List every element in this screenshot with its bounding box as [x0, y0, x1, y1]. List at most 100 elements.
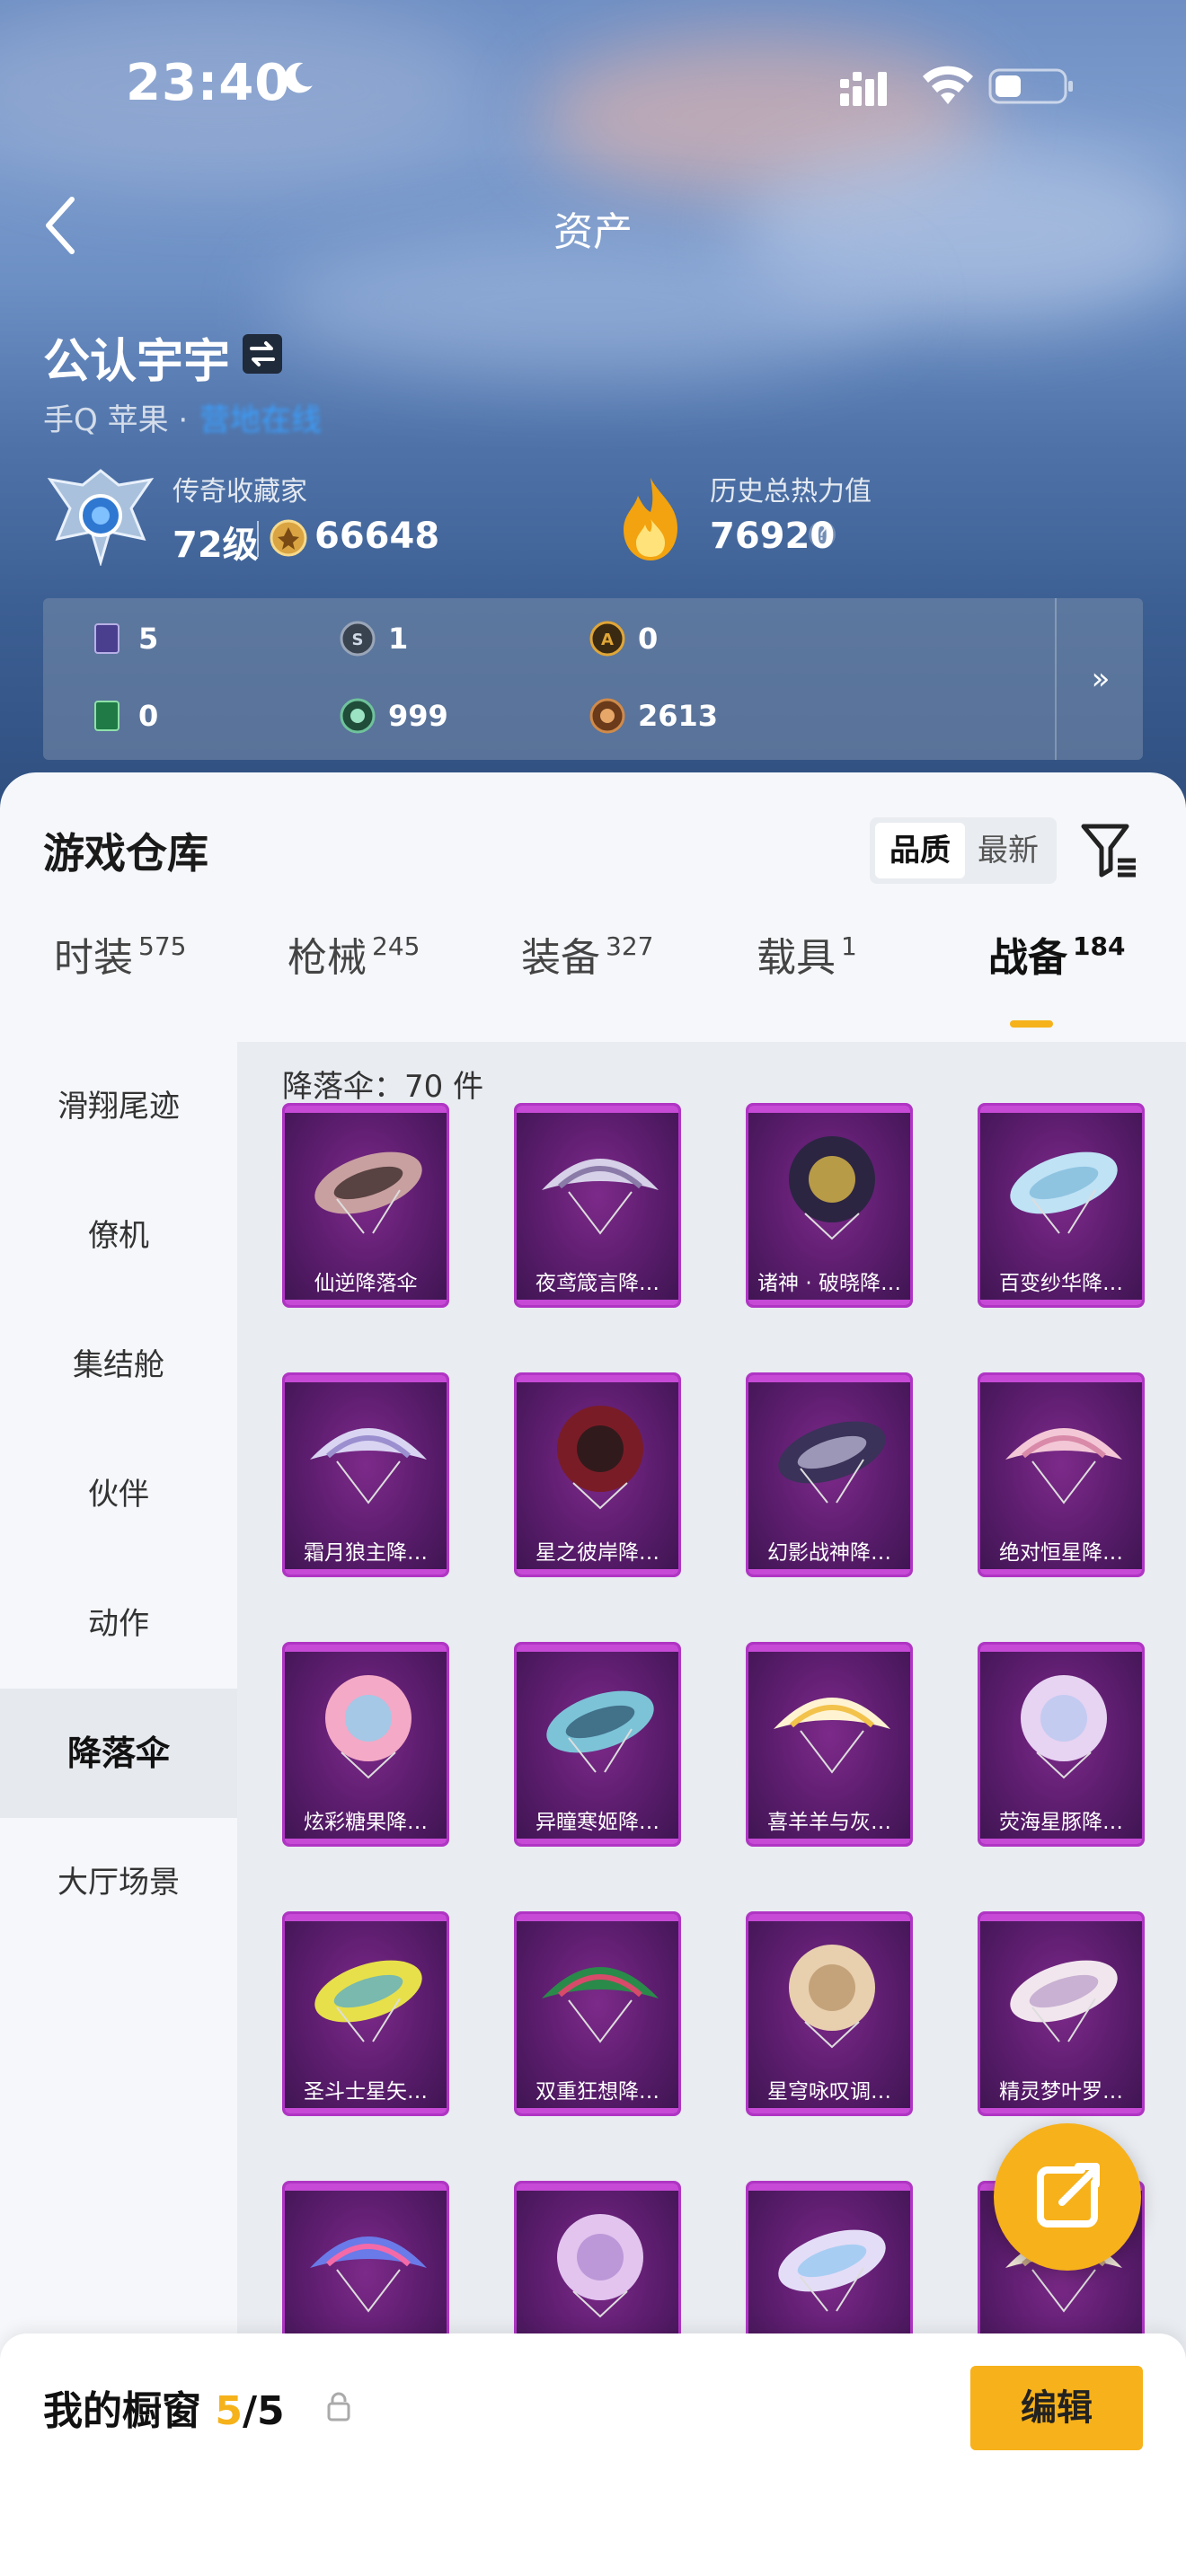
sidebar-item-glide-trail[interactable]: 滑翔尾迹: [0, 1042, 237, 1171]
item-name: 仙逆降落伞: [314, 1272, 418, 1295]
item-card[interactable]: 双重狂想降…: [514, 1911, 681, 2116]
share-button[interactable]: [994, 2123, 1141, 2271]
item-card[interactable]: 幻影战神降…: [746, 1372, 913, 1577]
item-card[interactable]: 荧海星豚降…: [978, 1642, 1145, 1847]
gem-icon: [340, 698, 376, 734]
item-name: 异瞳寒姬降…: [535, 1811, 659, 1834]
tab-count: 1: [841, 931, 857, 961]
item-card[interactable]: 异瞳寒姬降…: [514, 1642, 681, 1847]
tab-vehicles[interactable]: 载具 1: [757, 925, 857, 983]
fire-icon: [624, 478, 677, 560]
tab-count: 327: [606, 931, 654, 961]
sidebar-item-emote[interactable]: 动作: [0, 1559, 237, 1689]
item-name: 星之彼岸降…: [535, 1541, 659, 1565]
tab-label: 载具: [757, 935, 836, 981]
platform-text: 手Q 苹果 ·: [43, 402, 189, 438]
sidebar-item-partner[interactable]: 伙伴: [0, 1430, 237, 1559]
tab-label: 时装: [54, 935, 133, 981]
card-bottom-rail: [980, 1569, 1142, 1575]
card-top-rail: [517, 1914, 678, 1921]
currency-value: 1: [388, 622, 409, 656]
item-name: 喜羊羊与灰…: [767, 1811, 891, 1834]
item-card[interactable]: 百变纱华降…: [978, 1103, 1145, 1308]
item-card[interactable]: 炫彩糖果降…: [282, 1642, 449, 1847]
item-name: 圣斗士星矢…: [304, 2080, 428, 2104]
parachute-icon: [778, 1421, 886, 1504]
sort-quality-button[interactable]: 品质: [875, 823, 965, 878]
showcase-title: 我的橱窗 5/5: [43, 2378, 285, 2436]
card-top-rail: [285, 1914, 447, 1921]
item-card[interactable]: 星穹咏叹调…: [746, 1911, 913, 2116]
parachute-icon: [310, 2236, 427, 2313]
currency-item: 999: [340, 693, 448, 738]
filter-icon[interactable]: [1078, 819, 1141, 882]
card-top-rail: [285, 1645, 447, 1652]
card-bottom-rail: [748, 2108, 910, 2113]
item-name: 星穹咏叹调…: [767, 2080, 891, 2104]
parachute-icon: [1005, 1428, 1122, 1504]
parachute-icon: [314, 1960, 422, 2042]
card-bottom-rail: [748, 1569, 910, 1575]
status-time: 23:40: [126, 54, 291, 112]
item-card[interactable]: 夜鸢箴言降…: [514, 1103, 681, 1308]
warehouse-sheet: 游戏仓库 品质 最新 时装 575 枪械 245 装备 327 载具 1 战备 184 滑…: [0, 772, 1186, 2576]
card-bottom-rail: [517, 1839, 678, 1844]
currency-value: 2613: [638, 699, 719, 733]
switch-account-icon[interactable]: [241, 332, 284, 375]
item-card[interactable]: 圣斗士星矢…: [282, 1911, 449, 2116]
rank-level: 72级: [173, 525, 259, 566]
card-top-rail: [517, 2183, 678, 2191]
tab-count: 245: [372, 931, 420, 961]
parachute-icon: [789, 1945, 875, 2049]
active-tab-indicator: [1010, 1020, 1053, 1028]
item-card[interactable]: 喜羊羊与灰…: [746, 1642, 913, 1847]
tab-weapons[interactable]: 枪械 245: [288, 925, 420, 983]
tab-battle-gear[interactable]: 战备 184: [988, 925, 1125, 983]
card-bottom-rail: [285, 1300, 447, 1305]
tab-count: 184: [1073, 931, 1126, 961]
item-card[interactable]: 精灵梦叶罗…: [978, 1911, 1145, 2116]
item-card[interactable]: 霜月狼主降…: [282, 1372, 449, 1577]
tab-equipment[interactable]: 装备 327: [521, 925, 653, 983]
item-name: 百变纱华降…: [999, 1272, 1123, 1295]
edit-showcase-button[interactable]: 编辑: [970, 2366, 1143, 2450]
sidebar-item-parachute[interactable]: 降落伞: [0, 1689, 237, 1818]
item-card[interactable]: 仙逆降落伞: [282, 1103, 449, 1308]
parachute-icon: [546, 1690, 654, 1773]
item-name: 荧海星豚降…: [999, 1811, 1123, 1834]
card-icon: [94, 623, 119, 654]
parachute-icon: [778, 2229, 886, 2312]
item-name: 霜月狼主降…: [304, 1541, 428, 1565]
help-icon[interactable]: ?: [809, 521, 836, 548]
username: 公认宇宇: [43, 335, 231, 389]
sort-newest-button[interactable]: 最新: [963, 823, 1053, 878]
item-card[interactable]: 诸神 · 破晓降…: [746, 1103, 913, 1308]
bronze-coin-icon: [589, 698, 625, 734]
item-card[interactable]: 绝对恒星降…: [978, 1372, 1145, 1577]
sidebar-item-wingman[interactable]: 僚机: [0, 1171, 237, 1301]
divider: [257, 521, 259, 557]
currency-item: 0: [90, 693, 158, 738]
showcase-total: /5: [242, 2388, 285, 2434]
more-currencies-button[interactable]: »: [1055, 598, 1145, 760]
sidebar-item-lobby-scene[interactable]: 大厅场景: [0, 1818, 237, 1947]
showcase-current: 5: [215, 2388, 243, 2434]
card-top-rail: [748, 1914, 910, 1921]
tab-label: 战备: [988, 935, 1067, 981]
green-card-icon: [94, 701, 119, 731]
card-top-rail: [285, 1106, 447, 1113]
card-bottom-rail: [980, 2108, 1142, 2113]
card-bottom-rail: [748, 1839, 910, 1844]
tab-fashion[interactable]: 时装 575: [54, 925, 186, 983]
currency-item: A 0: [589, 616, 658, 661]
card-top-rail: [748, 1375, 910, 1382]
item-name: 炫彩糖果降…: [304, 1811, 428, 1834]
card-top-rail: [748, 1645, 910, 1652]
card-top-rail: [748, 2183, 910, 2191]
parachute-icon: [1010, 1960, 1118, 2042]
parachute-icon: [789, 1136, 875, 1240]
item-card[interactable]: 星之彼岸降…: [514, 1372, 681, 1577]
sidebar-item-assembly-pod[interactable]: 集结舱: [0, 1301, 237, 1430]
card-bottom-rail: [285, 1569, 447, 1575]
platform-status-link[interactable]: 营地在线: [199, 395, 322, 439]
